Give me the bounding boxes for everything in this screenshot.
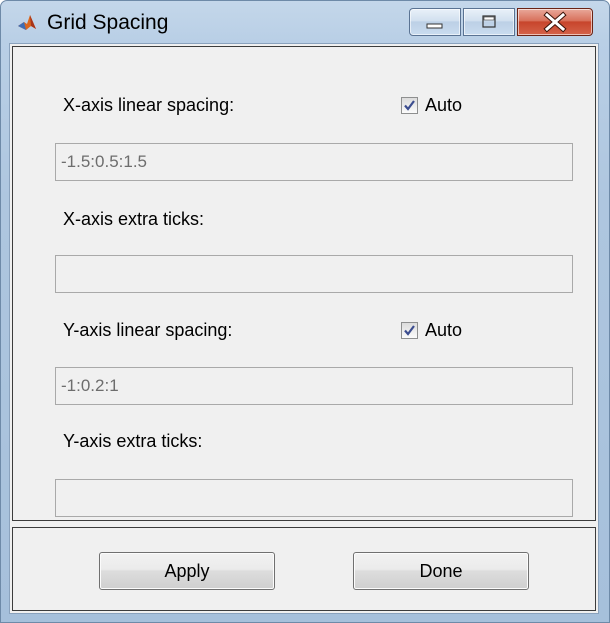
y-axis-auto-checkbox[interactable]: Auto <box>401 320 501 344</box>
done-button[interactable]: Done <box>353 552 529 590</box>
x-axis-linear-spacing-field[interactable]: -1.5:0.5:1.5 <box>55 143 573 181</box>
checkmark-icon <box>404 100 415 111</box>
x-axis-extra-ticks-label: X-axis extra ticks: <box>63 209 205 229</box>
y-axis-extra-ticks-label: Y-axis extra ticks: <box>63 431 203 451</box>
checkmark-icon <box>404 325 415 336</box>
apply-button[interactable]: Apply <box>99 552 275 590</box>
window-title: Grid Spacing <box>47 11 169 34</box>
title-bar[interactable]: Grid Spacing <box>1 1 609 43</box>
close-icon <box>543 11 567 33</box>
y-axis-auto-checkbox-box[interactable] <box>401 322 418 339</box>
grid-spacing-window: Grid Spacing X-axis linear spacing: Auto… <box>0 0 610 623</box>
y-axis-linear-spacing-label: Y-axis linear spacing: <box>63 320 233 340</box>
y-axis-extra-ticks-field[interactable] <box>55 479 573 517</box>
dialog-client-area: X-axis linear spacing: Auto -1.5:0.5:1.5… <box>9 43 599 614</box>
spacing-settings-panel: X-axis linear spacing: Auto -1.5:0.5:1.5… <box>12 46 596 521</box>
minimize-icon <box>426 23 443 29</box>
maximize-button[interactable] <box>463 8 515 36</box>
matlab-icon <box>18 15 36 30</box>
maximize-icon <box>482 15 496 28</box>
x-axis-auto-label: Auto <box>425 95 463 115</box>
minimize-button[interactable] <box>409 8 461 36</box>
x-axis-extra-ticks-field[interactable] <box>55 255 573 293</box>
y-axis-linear-spacing-field[interactable]: -1:0.2:1 <box>55 367 573 405</box>
close-button[interactable] <box>517 8 593 36</box>
y-axis-auto-label: Auto <box>425 320 463 340</box>
x-axis-linear-spacing-label: X-axis linear spacing: <box>63 95 235 115</box>
action-buttons-panel: Apply Done <box>12 527 596 611</box>
x-axis-auto-checkbox[interactable]: Auto <box>401 95 501 119</box>
x-axis-auto-checkbox-box[interactable] <box>401 97 418 114</box>
